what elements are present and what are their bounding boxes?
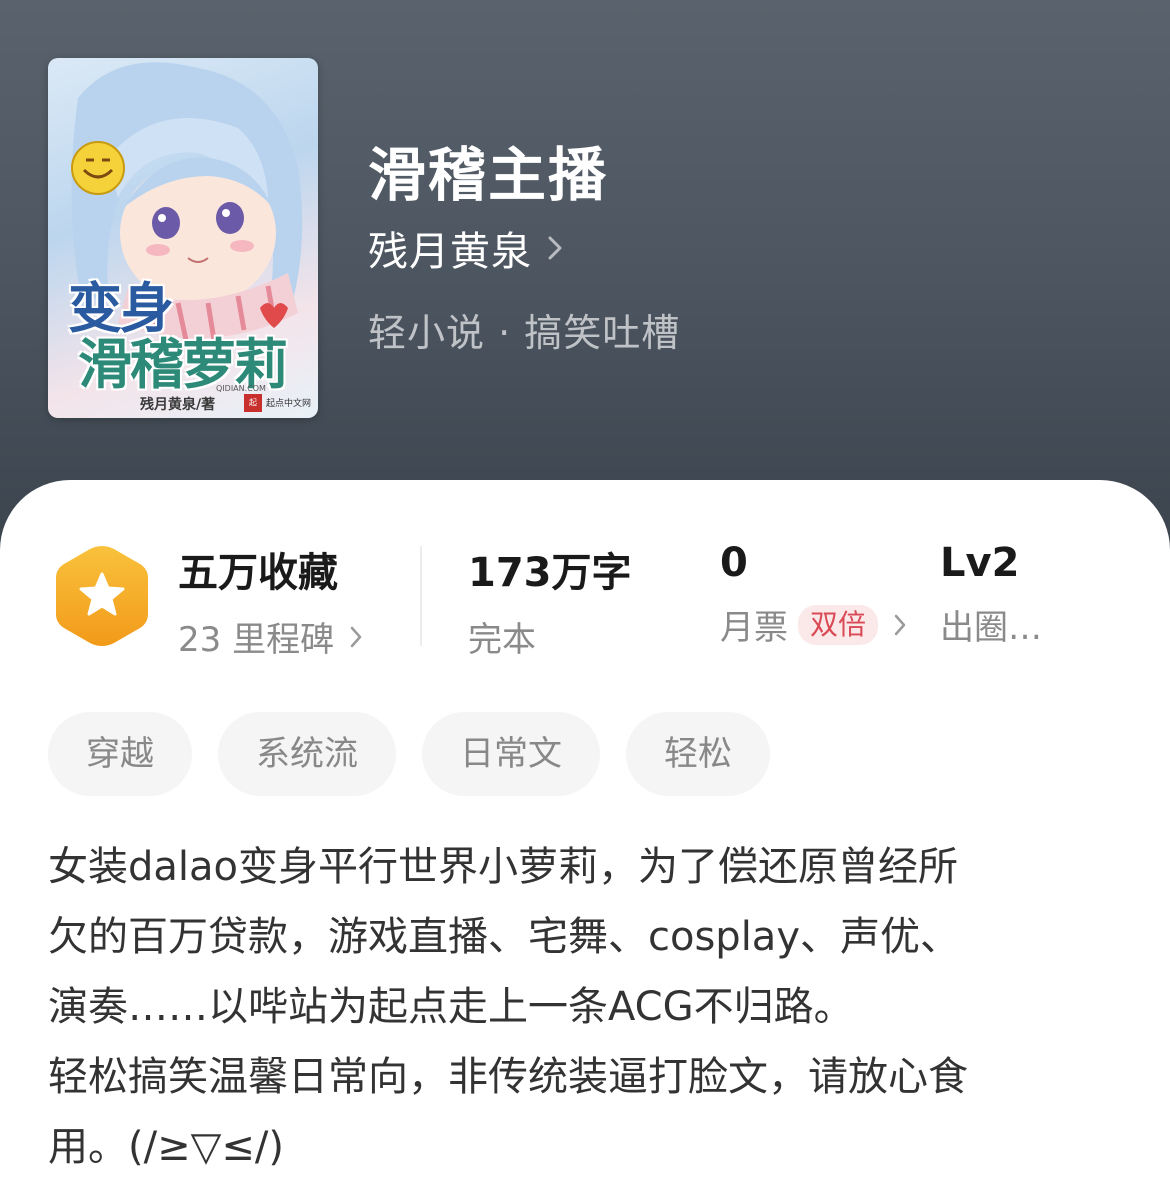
- book-title: 滑稽主播: [368, 141, 609, 209]
- level-label: 出圈…: [940, 608, 1042, 648]
- cover-author: 残月黄泉/著: [140, 397, 216, 413]
- description-line: 欠的百万贷款，游戏直播、宅舞、cosplay、声优、: [48, 914, 960, 960]
- book-description[interactable]: 女装dalao变身平行世界小萝莉，为了偿还原曾经所 欠的百万贷款，游戏直播、宅舞…: [48, 832, 1128, 1182]
- chevron-right-icon: [894, 614, 906, 635]
- ticket-count: 0: [720, 540, 748, 586]
- star-hexagon-icon: [56, 546, 148, 646]
- chevron-right-icon: [548, 236, 562, 260]
- qidian-logo-icon: 起: [244, 394, 262, 412]
- book-genre: 轻小说 · 搞笑吐槽: [368, 311, 681, 355]
- book-header: 变身 滑稽萝莉 QIDIAN.COM 残月黄泉/著 起 起点中文网 滑稽主播 残…: [0, 0, 1170, 560]
- level-value: Lv2: [940, 540, 1020, 586]
- favorites-value: 五万收藏: [178, 550, 338, 596]
- tag-chip[interactable]: 日常文: [422, 712, 600, 796]
- chevron-right-icon: [350, 626, 362, 647]
- book-cover[interactable]: 变身 滑稽萝莉 QIDIAN.COM 残月黄泉/著 起 起点中文网: [48, 58, 318, 418]
- tag-list: 穿越 系统流 日常文 轻松: [48, 712, 796, 796]
- stat-monthly-tickets[interactable]: 0 月票 双倍: [720, 540, 906, 649]
- author-name: 残月黄泉: [368, 229, 532, 275]
- description-line: 轻松搞笑温馨日常向，非传统装逼打脸文，请放心食: [48, 1054, 968, 1100]
- description-line: 演奏……以哔站为起点走上一条ACG不归路。: [48, 984, 854, 1030]
- stat-favorites[interactable]: 五万收藏 23 里程碑: [178, 540, 362, 661]
- milestone-label: 23 里程碑: [178, 620, 335, 660]
- cover-site: QIDIAN.COM: [216, 384, 266, 393]
- description-line: 用。(/≥▽≤/): [48, 1124, 284, 1170]
- tag-chip[interactable]: 穿越: [48, 712, 192, 796]
- word-count: 173万字: [468, 550, 632, 596]
- stat-level[interactable]: Lv2 出圈…: [940, 540, 1042, 649]
- double-badge: 双倍: [798, 604, 879, 645]
- description-line: 女装dalao变身平行世界小萝莉，为了偿还原曾经所: [48, 844, 958, 890]
- cover-logo-text: 起点中文网: [266, 399, 312, 409]
- completion-status: 完本: [468, 620, 536, 660]
- tag-chip[interactable]: 轻松: [626, 712, 770, 796]
- stat-words: 173万字 完本: [468, 540, 632, 661]
- stat-divider: [420, 546, 422, 646]
- author-link[interactable]: 残月黄泉: [368, 224, 562, 275]
- cover-title: 变身 滑稽萝莉: [68, 280, 318, 392]
- cover-title-line2: 滑稽萝莉: [78, 332, 288, 396]
- ticket-label: 月票: [720, 608, 788, 648]
- tag-chip[interactable]: 系统流: [218, 712, 396, 796]
- cover-title-line1: 变身: [68, 276, 174, 340]
